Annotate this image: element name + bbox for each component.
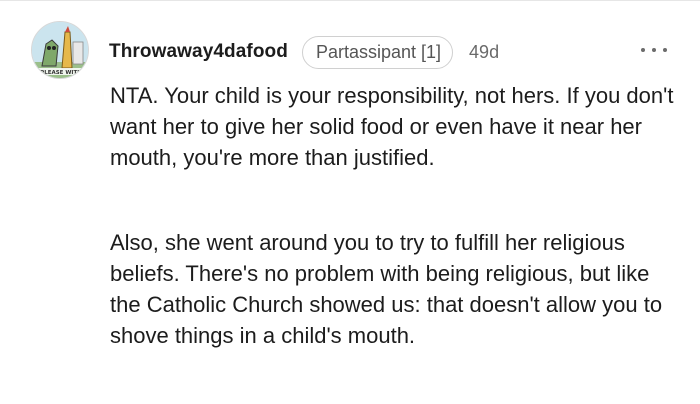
user-avatar[interactable]: PLEASE WITH [31, 21, 89, 79]
more-dot [652, 48, 656, 52]
user-flair-badge: Partassipant [1] [301, 35, 454, 69]
avatar-caption: PLEASE WITH [40, 70, 82, 76]
comment-paragraph-2: Also, she went around you to try to fulf… [110, 230, 663, 348]
comment-paragraph-1: NTA. Your child is your responsibility, … [110, 83, 674, 170]
more-options-icon[interactable] [641, 40, 667, 60]
more-dot [641, 48, 645, 52]
more-dot [663, 48, 667, 52]
comment-header: Throwaway4dafood Partassipant [1] 49d [109, 34, 499, 70]
avatar-image: PLEASE WITH [32, 22, 88, 78]
username-link[interactable]: Throwaway4dafood [109, 41, 288, 63]
comment-age[interactable]: 49d [469, 42, 499, 63]
top-divider [0, 0, 700, 1]
